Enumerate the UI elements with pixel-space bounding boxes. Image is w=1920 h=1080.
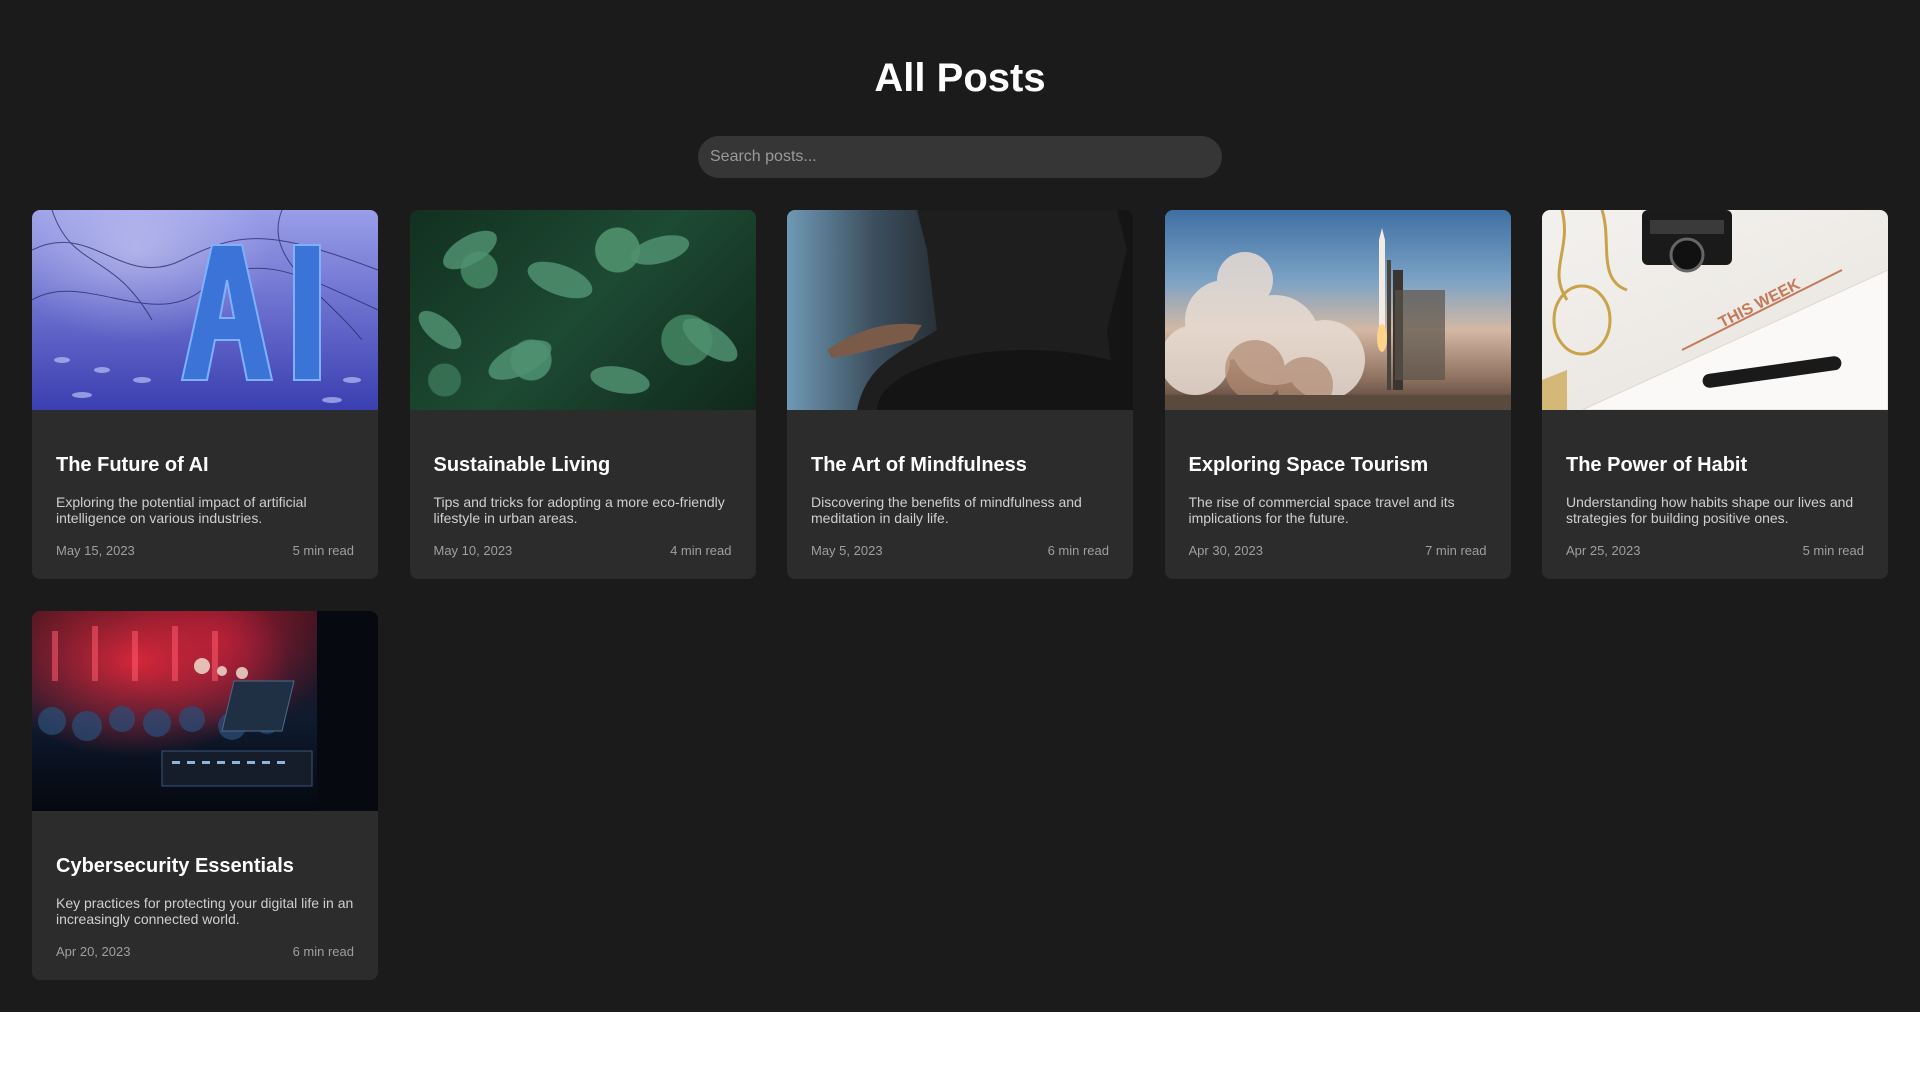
ai-letters-image [32, 210, 378, 410]
post-card[interactable]: Exploring Space Tourism The rise of comm… [1164, 210, 1511, 579]
post-meta: Apr 20, 2023 6 min read [56, 944, 354, 959]
green-leaves-image [409, 210, 756, 410]
post-date: Apr 20, 2023 [56, 944, 131, 959]
conference-laptop-image [32, 611, 378, 811]
post-card[interactable]: The Art of Mindfulness Discovering the b… [787, 210, 1133, 579]
post-read-time: 4 min read [670, 543, 732, 558]
post-meta: Apr 25, 2023 5 min read [1566, 543, 1864, 558]
post-date: Apr 30, 2023 [1188, 543, 1263, 558]
post-date: Apr 25, 2023 [1566, 543, 1641, 558]
post-read-time: 7 min read [1425, 543, 1487, 558]
post-title[interactable]: The Art of Mindfulness [811, 454, 1109, 477]
post-read-time: 6 min read [292, 944, 354, 959]
post-excerpt: Key practices for protecting your digita… [56, 895, 354, 927]
post-title[interactable]: Exploring Space Tourism [1189, 454, 1487, 477]
post-card[interactable]: THIS WEEK The Power of Habit Understandi… [1542, 210, 1888, 579]
weekly-planner-image: THIS WEEK [1542, 210, 1888, 410]
post-card[interactable]: Cybersecurity Essentials Key practices f… [32, 611, 378, 980]
post-meta: May 15, 2023 5 min read [56, 543, 354, 558]
post-title[interactable]: The Future of AI [56, 454, 354, 477]
post-read-time: 6 min read [1047, 543, 1109, 558]
post-excerpt: Discovering the benefits of mindfulness … [811, 494, 1082, 526]
post-excerpt: The rise of commercial space travel and … [1188, 494, 1455, 526]
post-date: May 5, 2023 [811, 543, 883, 558]
search-input[interactable] [698, 136, 1222, 178]
post-title[interactable]: Sustainable Living [434, 454, 732, 477]
search-bar [698, 136, 1222, 178]
post-meta: May 10, 2023 4 min read [434, 543, 732, 558]
post-card[interactable]: Sustainable Living Tips and tricks for a… [409, 210, 756, 579]
post-grid: The Future of AI Exploring the potential… [32, 210, 1888, 980]
rocket-launch-image [1164, 210, 1511, 410]
post-title[interactable]: The Power of Habit [1566, 454, 1864, 477]
post-title[interactable]: Cybersecurity Essentials [56, 855, 354, 878]
page-title: All Posts [874, 56, 1046, 100]
post-excerpt: Understanding how habits shape our lives… [1566, 494, 1854, 526]
post-meta: Apr 30, 2023 7 min read [1189, 543, 1487, 558]
post-date: May 15, 2023 [56, 543, 135, 558]
post-excerpt: Tips and tricks for adopting a more eco-… [433, 494, 725, 526]
page: All Posts Search posts... The Future of … [0, 0, 1920, 1012]
post-card[interactable]: The Future of AI Exploring the potential… [32, 210, 378, 579]
post-read-time: 5 min read [1802, 543, 1864, 558]
post-meta: May 5, 2023 6 min read [811, 543, 1109, 558]
post-read-time: 5 min read [292, 543, 354, 558]
post-excerpt: Exploring the potential impact of artifi… [56, 494, 307, 526]
post-date: May 10, 2023 [433, 543, 513, 558]
meditation-image [787, 210, 1133, 410]
